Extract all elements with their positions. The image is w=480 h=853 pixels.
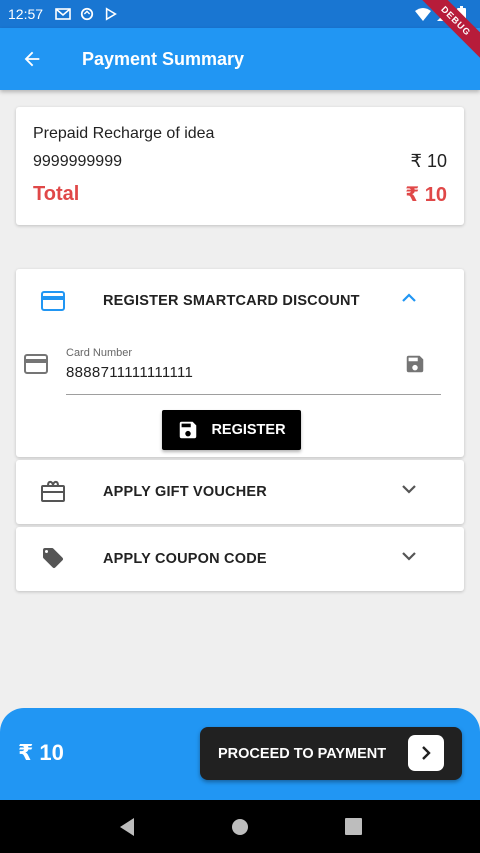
coupon-code-panel[interactable]: APPLY COUPON CODE [16,527,464,591]
proceed-to-payment-button[interactable]: PROCEED TO PAYMENT [200,727,462,780]
page-title: Payment Summary [82,48,245,69]
app-bar: Payment Summary [0,28,480,90]
phone-number: 9999999999 [33,152,122,170]
sync-icon [80,7,94,21]
recharge-amount: ₹ 10 [410,151,447,171]
save-icon[interactable] [404,353,426,375]
total-label: Total [33,183,80,205]
play-store-icon [105,7,117,21]
total-amount: ₹ 10 [405,184,447,206]
gift-card-icon [41,480,65,502]
recharge-row: 9999999999 ₹ 10 [33,151,447,172]
chevron-right-icon [422,746,431,760]
chevron-down-icon[interactable] [402,484,416,494]
tag-icon [43,548,63,568]
chevron-down-icon[interactable] [402,551,416,561]
payable-amount: ₹ 10 [18,740,64,765]
gift-voucher-label: APPLY GIFT VOUCHER [103,484,267,500]
card-number-icon [24,354,48,374]
coupon-code-header[interactable]: APPLY COUPON CODE [16,527,464,591]
nav-home-icon[interactable] [231,818,249,836]
proceed-arrow [408,735,444,771]
system-nav-bar [0,800,480,853]
total-row: Total ₹ 10 [33,182,447,207]
summary-card: Prepaid Recharge of idea 9999999999 ₹ 10… [16,107,464,225]
save-icon [180,421,197,439]
register-label: REGISTER [211,422,286,438]
card-number-input[interactable]: Card Number 8888711111111111 [66,345,441,395]
status-time: 12:57 [8,6,44,22]
arrow-back-icon [24,51,40,67]
gift-voucher-panel[interactable]: APPLY GIFT VOUCHER [16,460,464,524]
smartcard-label: REGISTER SMARTCARD DISCOUNT [103,293,360,309]
recharge-title: Prepaid Recharge of idea [33,125,215,142]
chevron-up-icon[interactable] [402,293,416,303]
gift-voucher-header[interactable]: APPLY GIFT VOUCHER [16,460,464,524]
gmail-icon [55,8,71,20]
wifi-icon [415,8,431,21]
register-button[interactable]: REGISTER [162,410,301,450]
status-bar: 12:57 [0,0,480,28]
nav-recents-icon[interactable] [345,818,363,835]
card-number-value: 8888711111111111 [66,364,194,381]
bottom-bar: ₹ 10 PROCEED TO PAYMENT [0,708,480,800]
proceed-label: PROCEED TO PAYMENT [218,745,387,762]
back-button[interactable] [0,28,64,90]
smartcard-header[interactable]: REGISTER SMARTCARD DISCOUNT [16,269,464,333]
card-number-label: Card Number [66,347,133,359]
smartcard-panel: REGISTER SMARTCARD DISCOUNT Card Number … [16,269,464,457]
coupon-code-label: APPLY COUPON CODE [103,551,267,567]
credit-card-icon [41,291,65,311]
nav-back-icon[interactable] [118,817,136,837]
